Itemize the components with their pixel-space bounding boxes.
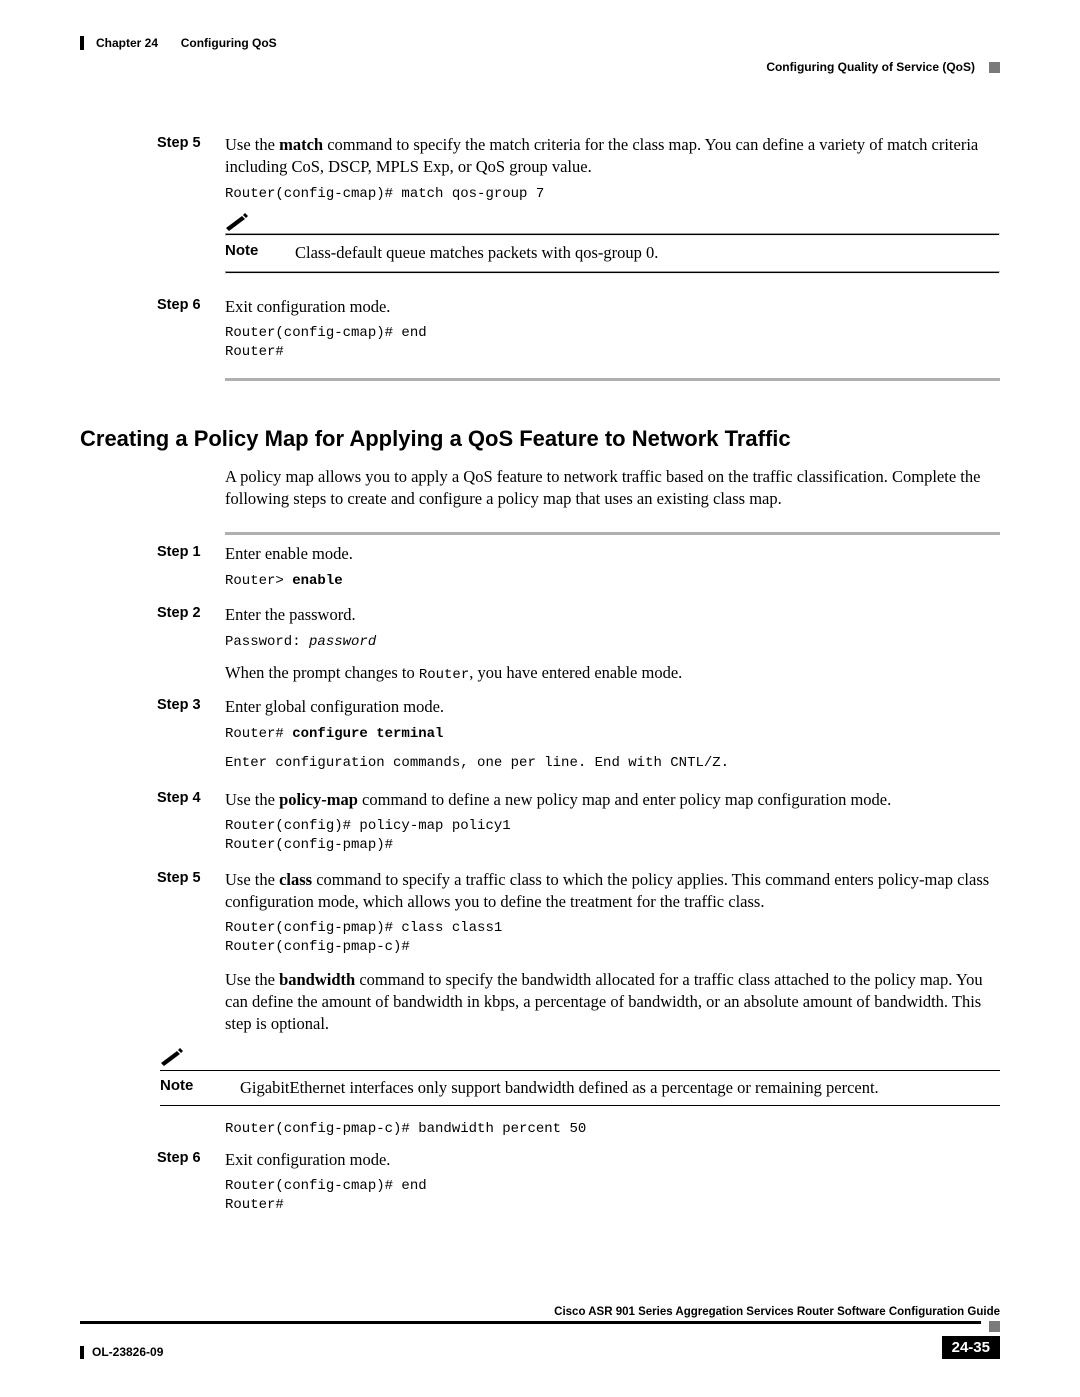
bold-text: bandwidth [279,970,355,989]
text: Exit configuration mode. [225,297,390,316]
step-3: Step 3 Enter global configuration mode. … [80,696,1000,778]
chapter-label: Chapter 24 [96,36,158,50]
code-block: Router(config-cmap)# end Router# [225,1177,1000,1215]
step-6: Step 6 Exit configuration mode. Router(c… [80,1149,1000,1221]
code-italic: password [309,634,376,650]
pen-icon [225,213,249,231]
header-bar-decoration [80,36,84,50]
code-bold: configure terminal [292,726,443,742]
step-1: Step 1 Enter enable mode. Router> enable [80,543,1000,596]
note-text: GigabitEthernet interfaces only support … [240,1077,879,1099]
code-block: Router(config)# policy-map policy1 Route… [225,817,1000,855]
footer-bar-decoration [80,1346,84,1359]
note-text: Class-default queue matches packets with… [295,242,1000,264]
step-content: Enter enable mode. Router> enable [225,543,1000,596]
section-divider [225,532,1000,535]
step-6-top: Step 6 Exit configuration mode. Router(c… [80,296,1000,368]
text: Use the [225,870,279,889]
code: Router# [225,726,292,742]
note-label: Note [160,1077,193,1094]
page-footer: Cisco ASR 901 Series Aggregation Service… [80,1306,1000,1359]
code-block: Enter configuration commands, one per li… [225,754,1000,773]
bold-text: class [279,870,312,889]
footer-square-icon [989,1321,1000,1332]
step-5-top: Step 5 Use the match command to specify … [80,134,1000,209]
step-5: Step 5 Use the class command to specify … [80,869,1000,1044]
section-title: Configuring Quality of Service (QoS) [766,60,975,74]
step-content: Exit configuration mode. Router(config-c… [225,296,1000,368]
step-content: Use the policy-map command to define a n… [225,789,1000,861]
step-label: Step 4 [157,789,225,861]
doc-title: Cisco ASR 901 Series Aggregation Service… [80,1306,1000,1318]
section-heading: Creating a Policy Map for Applying a QoS… [80,426,1000,452]
text: When the prompt changes to Router, you h… [225,662,1000,685]
code-bold: enable [292,573,342,589]
inline-code: Router [419,667,469,683]
text: Use the [225,970,279,989]
text: Use the bandwidth command to specify the… [225,969,1000,1036]
page-number: 24-35 [942,1336,1000,1359]
text: Use the [225,135,279,154]
step-label: Step 2 [157,604,225,692]
step-label: Step 1 [157,543,225,596]
text: Enter global configuration mode. [225,697,444,716]
text: , you have entered enable mode. [469,663,682,682]
text: Use the [225,790,279,809]
code-block: Router> enable [225,572,1000,591]
pen-icon [160,1048,184,1066]
text: Enter the password. [225,605,356,624]
step-content: Enter the password. Password: password W… [225,604,1000,692]
code: Password: [225,634,309,650]
code: Router> [225,573,292,589]
chapter-title: Configuring QoS [181,36,277,50]
code-block: Router(config-cmap)# match qos-group 7 [225,185,1000,204]
section-divider [225,378,1000,381]
step-4: Step 4 Use the policy-map command to def… [80,789,1000,861]
note-label: Note [225,242,277,259]
note-block: Note Class-default queue matches packets… [225,213,1000,273]
step-2: Step 2 Enter the password. Password: pas… [80,604,1000,692]
step-content: Exit configuration mode. Router(config-c… [225,1149,1000,1221]
step-label: Step 6 [157,296,225,368]
text: command to specify a traffic class to wh… [225,870,989,911]
step-label: Step 5 [157,134,225,209]
code-block: Router(config-pmap)# class class1 Router… [225,919,1000,957]
code-block: Password: password [225,633,1000,652]
doc-id: OL-23826-09 [92,1345,163,1359]
text: Enter enable mode. [225,544,353,563]
bold-text: policy-map [279,790,358,809]
code-block: Router(config-pmap-c)# bandwidth percent… [225,1120,1000,1139]
code-block: Router# configure terminal [225,725,1000,744]
intro-paragraph: A policy map allows you to apply a QoS f… [225,466,1000,511]
header-square-icon [989,62,1000,73]
chapter-header: Chapter 24 Configuring QoS [80,36,1000,50]
text: Exit configuration mode. [225,1150,390,1169]
step-content: Use the class command to specify a traff… [225,869,1000,1044]
text: command to specify the match criteria fo… [225,135,978,176]
step-content: Use the match command to specify the mat… [225,134,1000,209]
step-content: Enter global configuration mode. Router#… [225,696,1000,778]
text: When the prompt changes to [225,663,419,682]
note-block: Note GigabitEthernet interfaces only sup… [160,1048,1000,1139]
step-label: Step 6 [157,1149,225,1221]
step-label: Step 3 [157,696,225,778]
section-header-right: Configuring Quality of Service (QoS) [80,60,1000,74]
step-label: Step 5 [157,869,225,1044]
footer-bar [80,1321,981,1324]
text: command to define a new policy map and e… [358,790,891,809]
code-block: Router(config-cmap)# end Router# [225,324,1000,362]
bold-text: match [279,135,323,154]
